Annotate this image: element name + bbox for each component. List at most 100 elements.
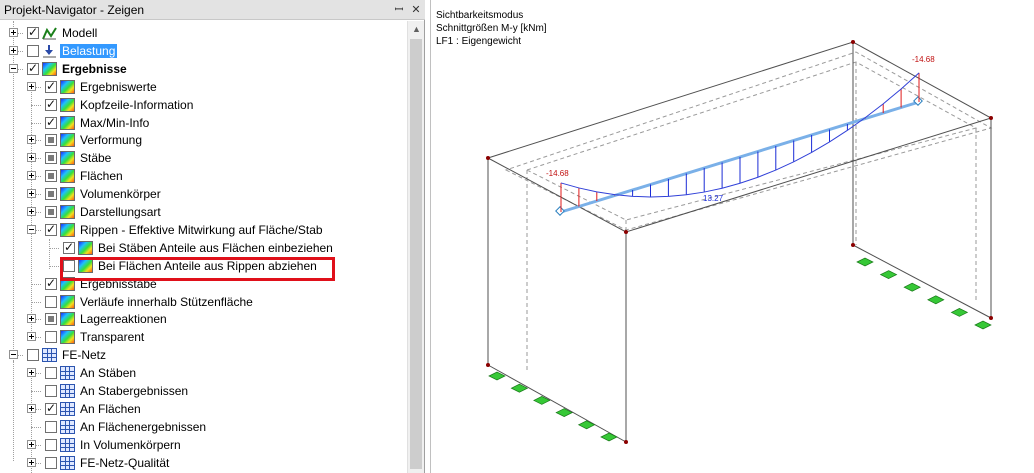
tree-item-label: Stäbe bbox=[80, 151, 112, 166]
tree-checkbox[interactable] bbox=[45, 331, 57, 344]
tree-item[interactable]: An Stabergebnissen bbox=[0, 382, 407, 400]
expand-plus-icon[interactable] bbox=[27, 171, 36, 181]
tree-item[interactable]: Modell bbox=[0, 24, 407, 42]
tree-connector bbox=[31, 426, 41, 428]
expand-plus-icon[interactable] bbox=[27, 207, 36, 216]
tree-checkbox[interactable] bbox=[45, 188, 57, 201]
tree-checkbox[interactable] bbox=[45, 115, 57, 129]
tree-item[interactable]: Ergebniswerte bbox=[0, 78, 407, 96]
navigator-tree: Modell Belastung Ergebnisse Ergebniswerte Ko… bbox=[0, 21, 407, 473]
tree-checkbox[interactable] bbox=[27, 44, 39, 57]
tree-item[interactable]: An Flächenergebnissen bbox=[0, 418, 407, 436]
tree-checkbox[interactable] bbox=[45, 97, 57, 111]
collapse-minus-icon[interactable] bbox=[27, 224, 36, 234]
tree-item[interactable]: Rippen - Effektive Mitwirkung auf Fläche… bbox=[0, 221, 407, 239]
tree-item[interactable]: FE-Netz-Qualität bbox=[0, 454, 407, 472]
tree-item[interactable]: Ergebnisstäbe bbox=[0, 275, 407, 293]
tree-connector bbox=[31, 301, 41, 303]
tree-checkbox[interactable] bbox=[45, 134, 57, 147]
tree-checkbox[interactable] bbox=[45, 222, 57, 236]
tree-item[interactable]: Ergebnisse bbox=[0, 60, 407, 78]
tree-item[interactable]: Verläufe innerhalb Stützenfläche bbox=[0, 293, 407, 311]
tree-item[interactable]: Bei Stäben Anteile aus Flächen einbezieh… bbox=[0, 239, 407, 257]
expand-plus-icon[interactable] bbox=[9, 45, 18, 55]
tree-item[interactable]: An Flächen bbox=[0, 400, 407, 418]
scroll-thumb[interactable] bbox=[410, 39, 422, 469]
result-icon bbox=[60, 79, 75, 94]
tree-checkbox[interactable] bbox=[45, 367, 57, 380]
support-front bbox=[555, 408, 573, 417]
tree-checkbox[interactable] bbox=[45, 276, 57, 290]
expand-plus-icon[interactable] bbox=[9, 28, 18, 37]
tree-checkbox[interactable] bbox=[45, 152, 57, 165]
tree-checkbox[interactable] bbox=[45, 438, 57, 451]
expand-plus-icon[interactable] bbox=[27, 189, 36, 199]
tree-item[interactable]: Transparent bbox=[0, 328, 407, 346]
tree-item-label: Bei Flächen Anteile aus Rippen abziehen bbox=[98, 258, 317, 273]
collapse-minus-icon[interactable] bbox=[9, 63, 18, 73]
tree-item-label: FE-Netz-Qualität bbox=[80, 455, 170, 470]
tree-item[interactable]: Lagerreaktionen bbox=[0, 310, 407, 328]
tree-item-label: An Flächen bbox=[80, 401, 141, 416]
graphics-viewport[interactable]: Sichtbarkeitsmodus Schnittgrößen M-y [kN… bbox=[430, 0, 1034, 473]
expand-plus-icon[interactable] bbox=[27, 457, 36, 467]
support-rear bbox=[856, 257, 874, 267]
tree-item[interactable]: Volumenkörper bbox=[0, 185, 407, 203]
tree-checkbox[interactable] bbox=[45, 206, 57, 218]
close-icon[interactable]: ✕ bbox=[409, 3, 423, 17]
tree-item[interactable]: Max/Min-Info bbox=[0, 114, 407, 132]
pin-icon[interactable]: ꟷ bbox=[392, 3, 406, 17]
tree-item[interactable]: An Stäben bbox=[0, 364, 407, 382]
tree-item[interactable]: FE-Netz bbox=[0, 346, 407, 364]
model-icon bbox=[42, 26, 57, 40]
tree-item[interactable]: Kopfzeile-Information bbox=[0, 96, 407, 114]
tree-item-label: Lagerreaktionen bbox=[80, 312, 167, 327]
tree-item[interactable]: Darstellungsart bbox=[0, 203, 407, 221]
tree-item[interactable]: Bei Flächen Anteile aus Rippen abziehen bbox=[0, 257, 407, 275]
moment-diagram bbox=[560, 72, 920, 212]
tree-checkbox[interactable] bbox=[27, 349, 39, 362]
tree-item-label: Verläufe innerhalb Stützenfläche bbox=[80, 294, 253, 309]
tree-checkbox[interactable] bbox=[45, 295, 57, 308]
result-icon bbox=[60, 133, 75, 148]
tree-checkbox[interactable] bbox=[45, 313, 57, 326]
tree-checkbox[interactable] bbox=[63, 240, 75, 254]
tree-item[interactable]: In Volumenkörpern bbox=[0, 436, 407, 454]
expand-plus-icon[interactable] bbox=[27, 314, 36, 324]
result-icon bbox=[60, 312, 75, 327]
expand-plus-icon[interactable] bbox=[27, 81, 36, 91]
tree-item[interactable]: Flächen bbox=[0, 167, 407, 185]
tree-item-label: Darstellungsart bbox=[80, 205, 161, 219]
tree-item-label: Transparent bbox=[80, 330, 145, 345]
label-right-end: -14.68 bbox=[912, 55, 935, 64]
tree-item[interactable]: Stäbe bbox=[0, 149, 407, 167]
expand-plus-icon[interactable] bbox=[27, 135, 36, 145]
surface-outlines bbox=[504, 51, 993, 440]
expand-plus-icon[interactable] bbox=[27, 368, 36, 378]
expand-plus-icon[interactable] bbox=[27, 153, 36, 163]
tree-checkbox[interactable] bbox=[45, 170, 57, 183]
expand-plus-icon[interactable] bbox=[27, 439, 36, 449]
expand-plus-icon[interactable] bbox=[27, 332, 36, 342]
expand-plus-icon[interactable] bbox=[27, 403, 36, 413]
tree-item-label: Rippen - Effektive Mitwirkung auf Fläche… bbox=[80, 222, 323, 237]
tree-item[interactable]: Verformung bbox=[0, 131, 407, 149]
tree-checkbox[interactable] bbox=[27, 61, 39, 75]
tree-checkbox[interactable] bbox=[45, 385, 57, 397]
scroll-up-arrow-icon[interactable]: ▲ bbox=[408, 21, 425, 38]
navigator-scrollbar[interactable]: ▲ bbox=[407, 21, 424, 473]
tree-checkbox[interactable] bbox=[45, 456, 57, 469]
tree-checkbox[interactable] bbox=[27, 25, 39, 39]
result-icon bbox=[42, 61, 57, 76]
tree-checkbox[interactable] bbox=[45, 420, 57, 433]
navigator-title: Projekt-Navigator - Zeigen bbox=[4, 3, 145, 17]
tree-checkbox[interactable] bbox=[63, 259, 75, 272]
tree-item[interactable]: Belastung bbox=[0, 42, 407, 60]
rib-start-node bbox=[555, 206, 565, 216]
mesh-icon bbox=[60, 366, 75, 381]
tree-checkbox[interactable] bbox=[45, 79, 57, 93]
result-icon bbox=[60, 187, 75, 202]
tree-checkbox[interactable] bbox=[45, 401, 57, 415]
model-scene[interactable]: -14.68 -14.68 13.27 bbox=[431, 0, 1034, 473]
collapse-minus-icon[interactable] bbox=[9, 350, 18, 360]
